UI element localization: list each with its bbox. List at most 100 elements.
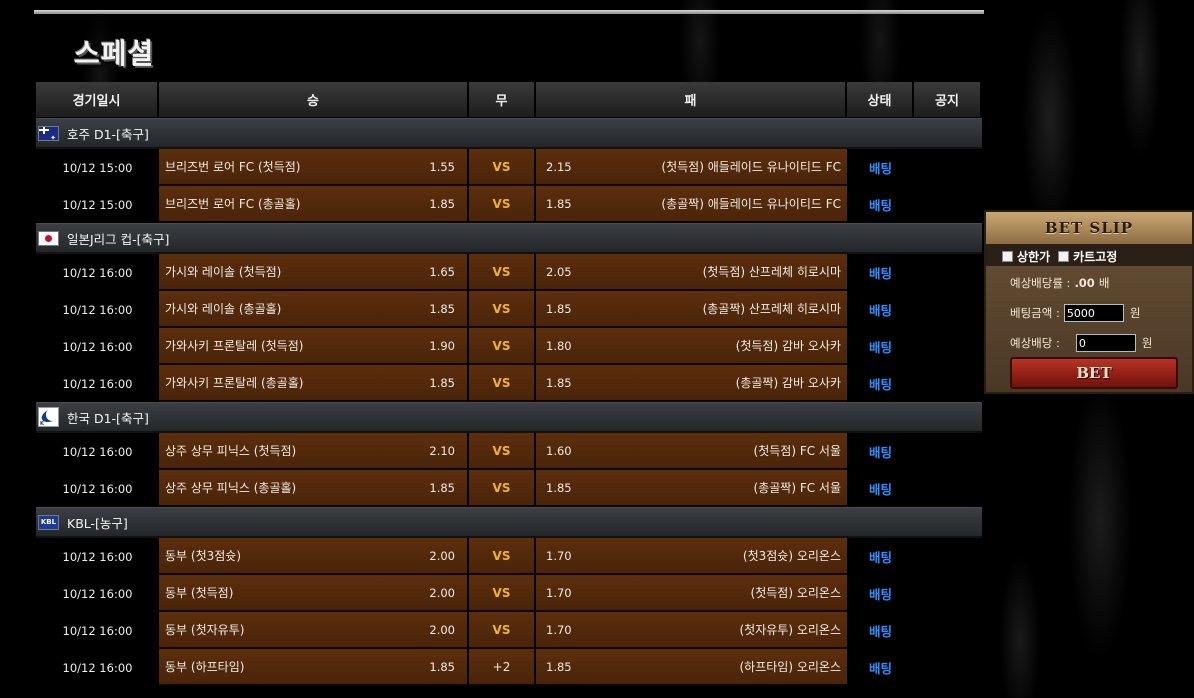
away-odds-button[interactable]: 1.70 (첫3점슛) 오리온스 <box>536 538 847 575</box>
bet-status-link[interactable]: 배팅 <box>847 365 914 402</box>
draw-cell[interactable]: VS <box>469 433 536 470</box>
match-row: 10/12 16:00 동부 (첫3점슛) 2.00 VS 1.70 (첫3점슛… <box>36 538 982 575</box>
bet-amount-input[interactable] <box>1063 304 1124 322</box>
draw-cell[interactable]: VS <box>469 538 536 575</box>
away-odds-button[interactable]: 1.80 (첫득점) 감바 오사카 <box>536 328 847 365</box>
bet-status-link[interactable]: 배팅 <box>847 328 914 365</box>
home-odds-button[interactable]: 상주 상무 피닉스 (총골홀) 1.85 <box>159 470 469 507</box>
draw-cell[interactable]: VS <box>469 365 536 402</box>
away-team: (하프타임) 오리온스 <box>739 660 842 674</box>
notice-cell <box>914 612 982 649</box>
bet-status-link[interactable]: 배팅 <box>847 649 914 686</box>
expected-rate-value: .00 <box>1074 276 1095 290</box>
home-odds: 1.85 <box>429 301 455 316</box>
away-odds-button[interactable]: 1.85 (총골짝) 애들레이드 유나이티드 FC <box>536 186 847 223</box>
bet-status-link[interactable]: 배팅 <box>847 470 914 507</box>
flag-au-icon <box>38 125 59 141</box>
cart-fix-checkbox[interactable]: 카트고정 <box>1058 248 1117 265</box>
match-date: 10/12 16:00 <box>62 481 133 496</box>
notice-cell <box>914 328 982 365</box>
bet-status-link[interactable]: 배팅 <box>847 538 914 575</box>
draw-cell[interactable]: VS <box>469 612 536 649</box>
notice-cell <box>914 538 982 575</box>
draw-cell[interactable]: VS <box>469 575 536 612</box>
draw-cell[interactable]: +2 <box>469 649 536 686</box>
upper-limit-label: 상한가 <box>1017 249 1051 264</box>
home-odds: 2.10 <box>429 443 455 458</box>
away-odds-button[interactable]: 1.85 (총골짝) 산프레체 히로시마 <box>536 291 847 328</box>
home-team: 가와사키 프론탈레 (총골홀) <box>165 376 304 390</box>
away-odds: 1.85 <box>546 196 572 211</box>
away-odds-button[interactable]: 2.15 (첫득점) 애들레이드 유나이티드 FC <box>536 149 847 186</box>
match-date: 10/12 16:00 <box>62 265 133 280</box>
draw-cell[interactable]: VS <box>469 328 536 365</box>
home-odds: 1.65 <box>429 264 455 279</box>
bet-amount-line: 베팅금액 : 원 <box>1010 298 1192 328</box>
match-date: 10/12 16:00 <box>62 376 133 391</box>
home-odds-button[interactable]: 동부 (첫자유투) 2.00 <box>159 612 469 649</box>
away-odds-button[interactable]: 1.70 (첫자유투) 오리온스 <box>536 612 847 649</box>
home-odds-button[interactable]: 브리즈번 로어 FC (첫득점) 1.55 <box>159 149 469 186</box>
league-name: 한국 D1-[축구] <box>67 410 149 426</box>
away-odds-button[interactable]: 1.70 (첫득점) 오리온스 <box>536 575 847 612</box>
home-odds-button[interactable]: 가시와 레이솔 (총골홀) 1.85 <box>159 291 469 328</box>
expected-rate-label: 예상배당률 : <box>1010 276 1071 290</box>
home-odds-button[interactable]: 상주 상무 피닉스 (첫득점) 2.10 <box>159 433 469 470</box>
away-team: (첫득점) 애들레이드 유나이티드 FC <box>661 160 841 174</box>
draw-cell[interactable]: VS <box>469 149 536 186</box>
betting-board: 경기일시 승 무 패 상태 공지 호주 D1-[축구] 10/12 15:00 … <box>36 82 982 686</box>
bet-status-link[interactable]: 배팅 <box>847 291 914 328</box>
bet-status-link[interactable]: 배팅 <box>847 575 914 612</box>
draw-cell[interactable]: VS <box>469 254 536 291</box>
match-row: 10/12 16:00 가시와 레이솔 (첫득점) 1.65 VS 2.05 (… <box>36 254 982 291</box>
away-odds: 1.80 <box>546 338 572 353</box>
away-odds-button[interactable]: 1.85 (총골짝) FC 서울 <box>536 470 847 507</box>
bet-status-link[interactable]: 배팅 <box>847 612 914 649</box>
draw-cell[interactable]: VS <box>469 291 536 328</box>
bet-status-link[interactable]: 배팅 <box>847 254 914 291</box>
home-odds-button[interactable]: 동부 (하프타임) 1.85 <box>159 649 469 686</box>
checkbox-icon <box>1058 250 1070 262</box>
away-odds-button[interactable]: 1.85 (하프타임) 오리온스 <box>536 649 847 686</box>
home-team: 가시와 레이솔 (첫득점) <box>165 265 282 279</box>
notice-cell <box>914 433 982 470</box>
header-win: 승 <box>159 82 469 118</box>
home-odds: 1.85 <box>429 196 455 211</box>
home-odds: 2.00 <box>429 585 455 600</box>
flag-jp-icon <box>38 230 59 246</box>
league-header: 일본J리그 컵-[축구] <box>36 223 982 254</box>
bet-status-link[interactable]: 배팅 <box>847 149 914 186</box>
away-odds-button[interactable]: 2.05 (첫득점) 산프레체 히로시마 <box>536 254 847 291</box>
bet-status-link[interactable]: 배팅 <box>847 433 914 470</box>
away-team: (총골짝) 애들레이드 유나이티드 FC <box>661 197 841 211</box>
notice-cell <box>914 470 982 507</box>
draw-cell[interactable]: VS <box>469 186 536 223</box>
home-odds-button[interactable]: 가시와 레이솔 (첫득점) 1.65 <box>159 254 469 291</box>
header-note: 공지 <box>914 82 982 118</box>
away-odds-button[interactable]: 1.85 (총골짝) 감바 오사카 <box>536 365 847 402</box>
bet-slip-title: BET SLIP <box>986 212 1192 244</box>
draw-cell[interactable]: VS <box>469 470 536 507</box>
flag-kr-icon <box>38 407 59 427</box>
bet-button[interactable]: BET <box>1010 357 1178 389</box>
bet-status-link[interactable]: 배팅 <box>847 186 914 223</box>
home-odds-button[interactable]: 동부 (첫득점) 2.00 <box>159 575 469 612</box>
flag-kbl-icon: KBL <box>38 514 59 530</box>
match-row: 10/12 15:00 브리즈번 로어 FC (총골홀) 1.85 VS 1.8… <box>36 186 982 223</box>
home-odds-button[interactable]: 브리즈번 로어 FC (총골홀) 1.85 <box>159 186 469 223</box>
home-odds: 1.85 <box>429 375 455 390</box>
away-team: (총골짝) FC 서울 <box>753 481 841 495</box>
upper-limit-checkbox[interactable]: 상한가 <box>1002 248 1050 265</box>
home-team: 동부 (하프타임) <box>165 660 245 674</box>
home-odds-button[interactable]: 가와사키 프론탈레 (총골홀) 1.85 <box>159 365 469 402</box>
bet-slip-body: 예상배당률 : .00 배 베팅금액 : 원 예상배당 : 원 <box>986 266 1192 358</box>
away-odds-button[interactable]: 1.60 (첫득점) FC 서울 <box>536 433 847 470</box>
away-team: (첫득점) FC 서울 <box>753 444 841 458</box>
home-team: 브리즈번 로어 FC (첫득점) <box>165 160 301 174</box>
league-name: KBL-[농구] <box>67 515 128 531</box>
home-odds-button[interactable]: 가와사키 프론탈레 (첫득점) 1.90 <box>159 328 469 365</box>
home-odds-button[interactable]: 동부 (첫3점슛) 2.00 <box>159 538 469 575</box>
header-lose: 패 <box>536 82 847 118</box>
match-date: 10/12 15:00 <box>62 160 133 175</box>
expected-payout-input[interactable] <box>1075 334 1136 352</box>
